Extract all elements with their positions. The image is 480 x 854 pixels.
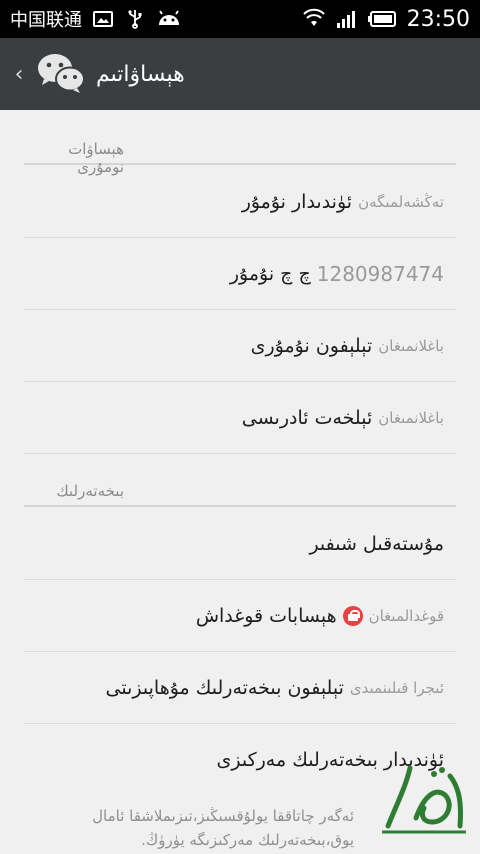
row-qq-number[interactable]: چ چ نۇمۇر 1280987474 [24, 238, 456, 310]
page-title: ھېساۋاتىم [96, 61, 185, 87]
row-status: قوغدالمىغان [368, 606, 444, 625]
row-independent-password[interactable]: مۇستەقىل شىفىر [24, 508, 456, 580]
row-label: چ چ نۇمۇر [229, 262, 311, 285]
android-icon [159, 10, 179, 25]
row-status: تەڭشەلمىگەن [358, 192, 444, 211]
row-label: ھېسابات قوغداش [195, 604, 337, 627]
row-phone-number[interactable]: تېلېفون نۇمۇرى باغلانمىغان [24, 310, 456, 382]
title-bar: ‹ ھېساۋاتىم [0, 38, 480, 110]
row-status: باغلانمىغان [378, 336, 444, 355]
usb-icon [128, 10, 142, 29]
watermark-logo-icon [382, 765, 466, 834]
row-status: باغلانمىغان [378, 408, 444, 427]
lock-icon [342, 605, 363, 626]
section-header-security: بىخەتەرلىك [24, 482, 456, 507]
row-label: ئېلخەت ئادرىسى [241, 406, 373, 429]
row-label: ئۈندىدار نۇمۇر [241, 190, 353, 213]
row-email-address[interactable]: ئېلخەت ئادرىسى باغلانمىغان [24, 382, 456, 454]
row-status: ئىجرا قىلىنمىدى [349, 678, 444, 697]
back-button[interactable]: ‹ [6, 56, 32, 92]
back-chevron-icon: ‹ [14, 61, 24, 87]
status-bar: 中国联通 23:50 [0, 0, 480, 38]
signal-icon [336, 11, 355, 28]
row-wechat-id[interactable]: ئۈندىدار نۇمۇر تەڭشەلمىگەن [24, 166, 456, 238]
row-account-protection[interactable]: ھېسابات قوغداش قوغدالمىغان [24, 580, 456, 652]
status-bar-left: 中国联通 [10, 0, 182, 38]
section-header-account-number: ھېساۋات نومۇرى [24, 140, 456, 176]
account-settings-content: ھېساۋات نومۇرى ئۈندىدار نۇمۇر تەڭشەلمىگە… [0, 110, 480, 854]
battery-icon [367, 11, 396, 27]
clock: 23:50 [406, 6, 470, 32]
row-label: تېلېفون نۇمۇرى [250, 334, 373, 357]
wifi-icon [302, 8, 325, 26]
row-label: مۇستەقىل شىفىر [309, 532, 444, 555]
row-label: تېلېفون بىخەتەرلىك مۇھاپىزىتى [105, 676, 344, 699]
wechat-logo-icon [38, 54, 85, 93]
carrier-name: 中国联通 [10, 10, 82, 31]
row-phone-security-protection[interactable]: تېلېفون بىخەتەرلىك مۇھاپىزىتى ئىجرا قىلى… [24, 652, 456, 724]
status-bar-right: 23:50 [302, 0, 470, 38]
security-center-note: ئەگەر چاتاققا يولۇقسىڭىز،تىزىملاشقا ئاما… [92, 807, 354, 849]
image-icon [93, 11, 113, 27]
row-value: 1280987474 [316, 261, 444, 286]
